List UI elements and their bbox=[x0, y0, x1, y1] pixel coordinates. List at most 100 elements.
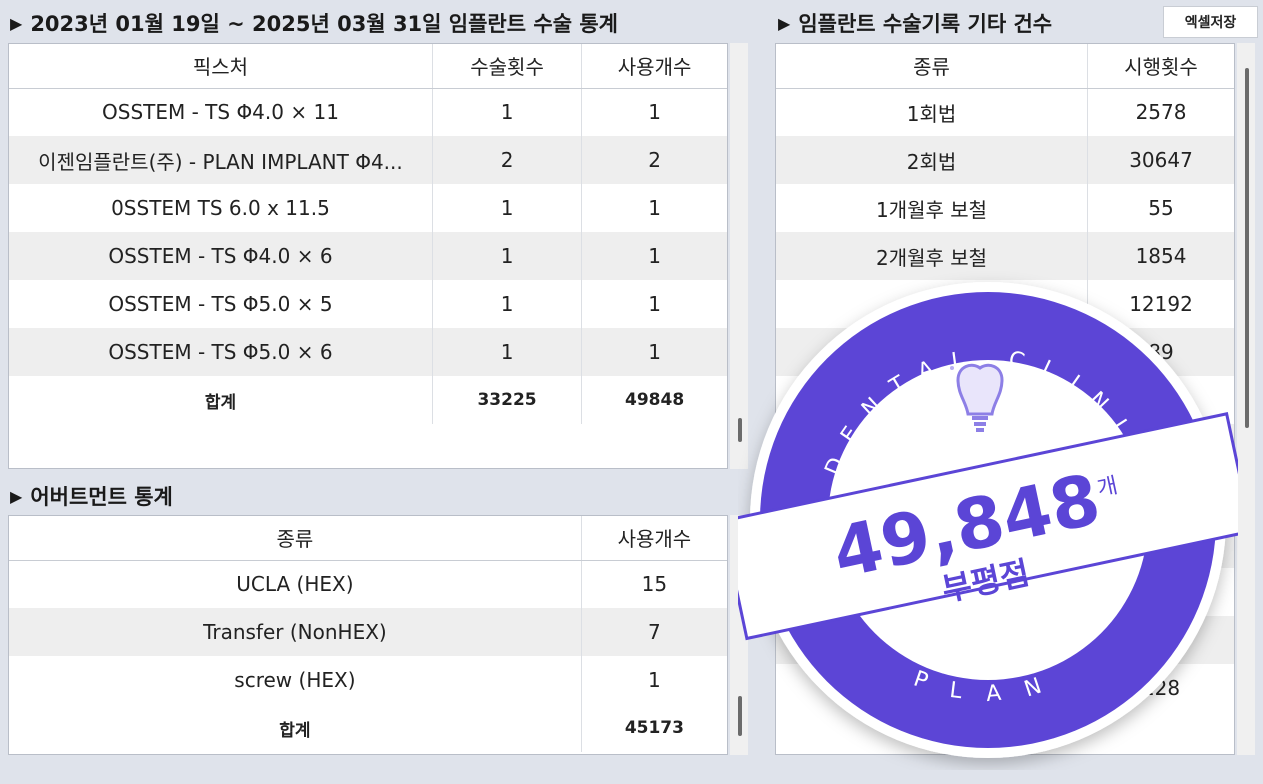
header-performed-count[interactable]: 시행횟수 bbox=[1087, 44, 1234, 89]
fixture-cell: 0SSTEM TS 6.0 x 11.5 bbox=[111, 196, 330, 220]
other-scrollbar-thumb[interactable] bbox=[1245, 68, 1249, 428]
type-cell bbox=[776, 328, 1088, 376]
total-label: 합계 bbox=[9, 376, 433, 424]
table-header-row: 종류 사용개수 bbox=[9, 516, 727, 561]
fixture-cell: OSSTEM - TS Φ4.0 × 6 bbox=[9, 232, 433, 280]
performed-count-cell: 128 bbox=[1087, 664, 1234, 712]
table-row[interactable]: 89 bbox=[776, 328, 1234, 376]
table-header-row: 픽스처 수술횟수 사용개수 bbox=[9, 44, 727, 89]
fixture-cell: OSSTEM - TS Φ4.0 × 11 bbox=[102, 100, 339, 125]
type-cell: Transfer (NonHEX) bbox=[9, 608, 582, 656]
table-row[interactable] bbox=[776, 472, 1234, 520]
header-type[interactable]: 종류 bbox=[9, 516, 582, 561]
surgery-count-cell: 1 bbox=[431, 232, 582, 280]
table-row[interactable]: 2개월후 보철 1854 bbox=[776, 232, 1234, 280]
surgery-count-cell: 1 bbox=[431, 88, 582, 136]
table-row[interactable]: 이젠임플란트(주) - PLAN IMPLANT Φ4... 2 2 bbox=[9, 136, 727, 184]
usage-count-cell: 1 bbox=[580, 656, 727, 704]
type-cell: 1회법 bbox=[906, 101, 957, 126]
table-row[interactable]: OSSTEM - TS Φ5.0 × 611 bbox=[9, 328, 727, 376]
implant-scrollbar-thumb[interactable] bbox=[738, 418, 742, 442]
usage-count-cell: 7 bbox=[580, 608, 727, 656]
usage-count-cell: 1 bbox=[581, 184, 727, 232]
total-label: 합계 bbox=[9, 704, 582, 752]
usage-count-cell: 1 bbox=[581, 232, 727, 280]
other-section-title: ▶ 임플란트 수술기록 기타 건수 bbox=[778, 12, 1053, 36]
triangle-right-icon: ▶ bbox=[778, 13, 791, 33]
usage-count-cell: 1 bbox=[581, 88, 727, 136]
fixture-cell: OSSTEM - TS Φ5.0 × 5 bbox=[108, 292, 333, 316]
implant-table-panel: 픽스처 수술횟수 사용개수 OSSTEM - TS Φ4.0 × 11 1 1 이젠… bbox=[8, 43, 728, 469]
type-cell bbox=[776, 568, 1088, 616]
type-cell bbox=[776, 520, 1088, 568]
excel-save-button[interactable]: 엑셀저장 bbox=[1163, 6, 1258, 38]
header-usage-count[interactable]: 사용개수 bbox=[581, 44, 727, 89]
performed-count-cell bbox=[1087, 424, 1234, 472]
table-row[interactable]: screw (HEX) 1 bbox=[9, 656, 727, 704]
table-row[interactable]: Transfer (NonHEX) 7 bbox=[9, 608, 727, 656]
header-fixture[interactable]: 픽스처 bbox=[9, 44, 433, 89]
triangle-right-icon: ▶ bbox=[10, 13, 23, 33]
triangle-right-icon: ▶ bbox=[10, 486, 23, 506]
surgery-count-cell: 1 bbox=[431, 328, 582, 376]
performed-count-cell: 55 bbox=[1087, 184, 1234, 232]
table-row[interactable]: 99 bbox=[776, 568, 1234, 616]
type-cell bbox=[776, 376, 1088, 424]
type-cell: 2개월후 보철 bbox=[776, 232, 1088, 280]
header-surgery-count[interactable]: 수술횟수 bbox=[431, 44, 582, 89]
other-table-panel: 종류 시행횟수 1회법 2578 2회법 30647 1개월후 보철 55 2개월후 … bbox=[775, 43, 1235, 755]
abutment-section-title: ▶ 어버트먼트 통계 bbox=[10, 485, 173, 509]
type-cell: UCLA (HEX) bbox=[236, 572, 354, 597]
header-usage-count[interactable]: 사용개수 bbox=[580, 516, 727, 561]
table-row[interactable] bbox=[776, 376, 1234, 424]
table-row[interactable] bbox=[776, 520, 1234, 568]
table-row[interactable]: 1개월후 보철 55 bbox=[776, 184, 1234, 232]
performed-count-cell: 12192 bbox=[1087, 280, 1234, 328]
table-header-row: 종류 시행횟수 bbox=[776, 44, 1234, 89]
type-cell bbox=[776, 424, 1088, 472]
performed-count-cell: 99 bbox=[1087, 568, 1234, 616]
performed-count-cell: 1854 bbox=[1087, 232, 1234, 280]
table-row[interactable]: OSSTEM - TS Φ4.0 × 611 bbox=[9, 232, 727, 280]
other-table: 종류 시행횟수 1회법 2578 2회법 30647 1개월후 보철 55 2개월후 … bbox=[776, 44, 1234, 712]
table-row[interactable] bbox=[776, 424, 1234, 472]
implant-table: 픽스처 수술횟수 사용개수 OSSTEM - TS Φ4.0 × 11 1 1 이젠… bbox=[9, 44, 727, 424]
table-row[interactable]: OSSTEM - TS Φ4.0 × 11 1 1 bbox=[9, 88, 727, 136]
type-cell: screw (HEX) bbox=[234, 668, 356, 692]
surgery-count-cell: 2 bbox=[431, 136, 582, 184]
usage-count-cell: 2 bbox=[581, 136, 727, 184]
table-row[interactable]: 671 bbox=[776, 616, 1234, 664]
table-row[interactable]: 1회법 2578 bbox=[776, 88, 1234, 136]
type-cell bbox=[776, 616, 1088, 664]
fixture-cell: 이젠임플란트(주) - PLAN IMPLANT Φ4... bbox=[9, 136, 433, 184]
type-cell: 2회법 bbox=[776, 136, 1088, 184]
total-usage-count: 49848 bbox=[581, 376, 727, 424]
performed-count-cell: 2578 bbox=[1087, 88, 1234, 136]
abutment-table: 종류 사용개수 UCLA (HEX) 15 Transfer (NonHEX) 7 … bbox=[9, 516, 727, 752]
abutment-scrollbar-thumb[interactable] bbox=[738, 696, 742, 736]
table-row[interactable]: 12192 bbox=[776, 280, 1234, 328]
total-usage-count: 45173 bbox=[580, 704, 727, 752]
performed-count-cell: 30647 bbox=[1087, 136, 1234, 184]
type-cell: 1개월후 보철 bbox=[875, 197, 988, 222]
type-cell bbox=[776, 472, 1088, 520]
performed-count-cell bbox=[1087, 376, 1234, 424]
implant-scroll-track[interactable] bbox=[730, 43, 748, 469]
table-row[interactable]: 이종골(상악동) 128 bbox=[776, 664, 1234, 712]
implant-section-title: ▶ 2023년 01월 19일 ~ 2025년 03월 31일 임플란트 수술 … bbox=[10, 12, 618, 36]
table-row[interactable]: 0SSTEM TS 6.0 x 11.5 1 1 bbox=[9, 184, 727, 232]
surgery-count-cell: 1 bbox=[431, 184, 582, 232]
total-row: 합계 33225 49848 bbox=[9, 376, 727, 424]
type-cell: 이종골(상악동) bbox=[868, 677, 995, 702]
table-row[interactable]: UCLA (HEX) 15 bbox=[9, 560, 727, 608]
performed-count-cell bbox=[1087, 472, 1234, 520]
abutment-table-panel: 종류 사용개수 UCLA (HEX) 15 Transfer (NonHEX) 7 … bbox=[8, 515, 728, 755]
usage-count-cell: 1 bbox=[581, 280, 727, 328]
usage-count-cell: 15 bbox=[580, 560, 727, 608]
total-surgery-count: 33225 bbox=[431, 376, 582, 424]
performed-count-cell bbox=[1087, 520, 1234, 568]
table-row[interactable]: 2회법 30647 bbox=[776, 136, 1234, 184]
table-row[interactable]: OSSTEM - TS Φ5.0 × 5 11 bbox=[9, 280, 727, 328]
header-type[interactable]: 종류 bbox=[776, 44, 1088, 89]
type-cell bbox=[776, 280, 1088, 328]
